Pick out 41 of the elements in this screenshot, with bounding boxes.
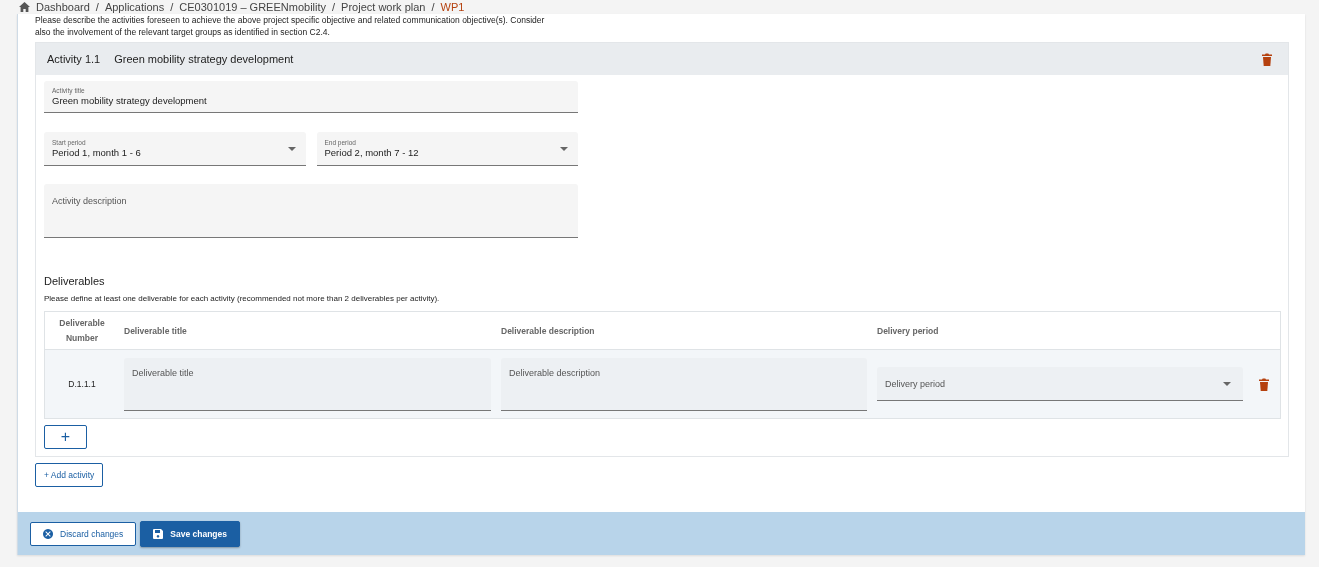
activity-number: Activity 1.1 (47, 53, 101, 65)
dropdown-caret-icon (1223, 381, 1231, 386)
breadcrumb-link[interactable]: Project work plan (341, 1, 426, 13)
breadcrumb-separator: / (95, 1, 99, 13)
trash-icon[interactable] (1259, 377, 1269, 391)
field-placeholder: Deliverable description (509, 367, 602, 378)
deliverable-title-field[interactable]: Deliverable title (124, 357, 491, 411)
field-placeholder: Delivery period (885, 378, 947, 389)
section-heading: Deliverables (44, 275, 106, 287)
trash-icon[interactable] (1262, 52, 1272, 66)
field-placeholder: Deliverable title (132, 367, 195, 378)
column-header: Deliverable description (500, 324, 596, 338)
breadcrumb-link[interactable]: Dashboard (36, 1, 90, 13)
field-placeholder: Activity description (52, 196, 128, 206)
column-header: Deliverable title (123, 324, 188, 338)
save-icon (153, 528, 164, 539)
home-icon[interactable] (19, 2, 30, 12)
deliverable-number: D.1.1.1 (67, 377, 97, 391)
breadcrumb-separator: / (170, 1, 174, 13)
deliverable-description-field[interactable]: Deliverable description (501, 357, 867, 411)
field-value: Period 2, month 7 - 12 (324, 147, 420, 158)
dropdown-caret-icon (560, 146, 568, 151)
breadcrumb-separator: / (332, 1, 336, 13)
breadcrumb-link[interactable]: CE0301019 – GREENmobility (179, 1, 327, 13)
add-deliverable-button[interactable]: + (44, 425, 87, 449)
dropdown-caret-icon (287, 146, 296, 151)
instruction-text: Please describe the activities foreseen to achieve the above project specific objective and related communication objective(s). Consider also the involvement of the relevant target groups as identified in section C2.4. (35, 14, 546, 38)
delivery-period-select[interactable]: Delivery period (877, 367, 1243, 401)
discard-button[interactable]: Discard changes (30, 521, 137, 546)
breadcrumb-link[interactable]: Applications (104, 1, 165, 13)
activity-heading: Green mobility strategy development (114, 53, 294, 65)
field-value: Period 1, month 1 - 6 (52, 147, 142, 158)
field-value: Green mobility strategy development (52, 95, 208, 106)
column-header: Delivery period (876, 324, 940, 338)
save-button[interactable]: Save changes (140, 520, 240, 547)
add-activity-button[interactable]: + Add activity (35, 463, 104, 487)
breadcrumb-separator: / (431, 1, 435, 13)
section-hint: Please define at least one deliverable for each activity (recommended not more than 2 deliverables per activity). (44, 294, 441, 303)
activity-description-field[interactable]: Activity description (44, 184, 578, 238)
column-header: Deliverable Number (58, 316, 106, 345)
close-icon (43, 528, 53, 539)
